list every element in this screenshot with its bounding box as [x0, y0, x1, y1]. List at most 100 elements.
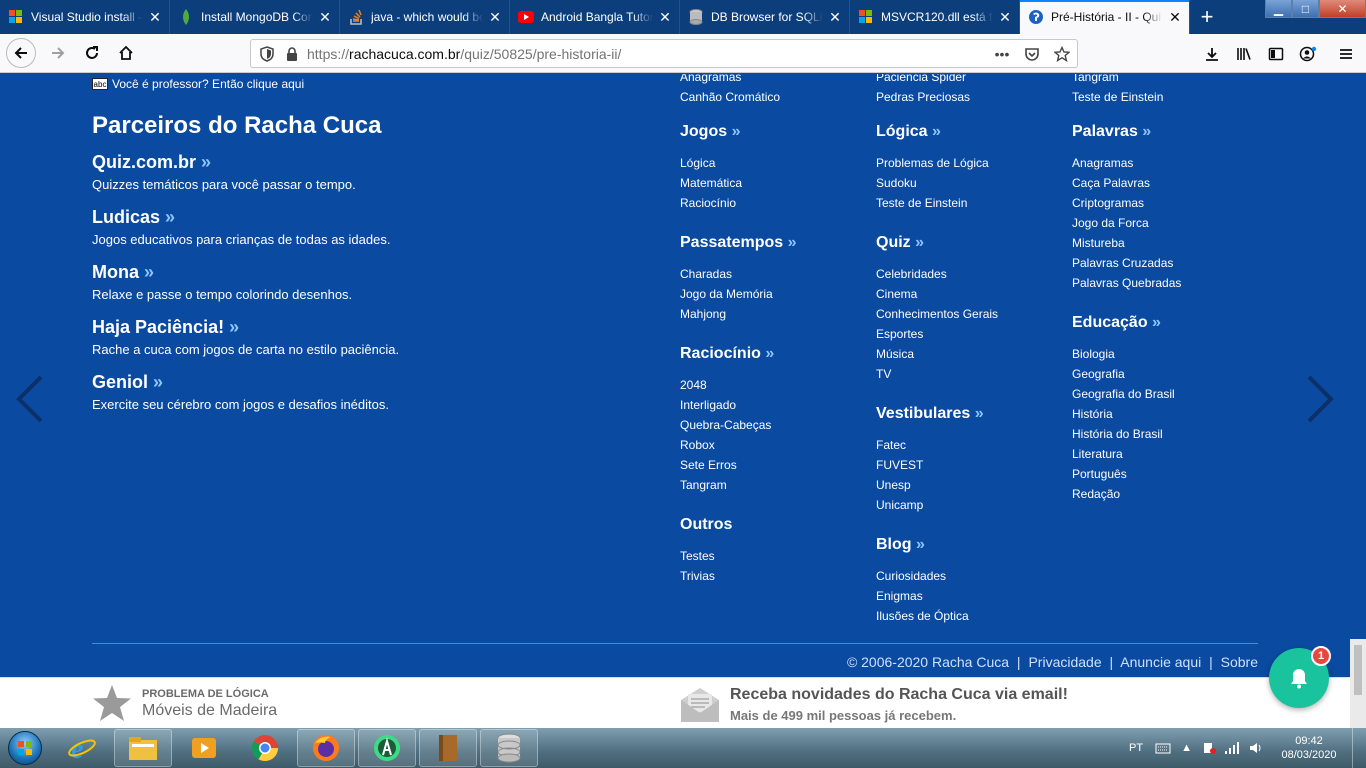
taskbar-book-app[interactable] — [419, 729, 477, 767]
close-tab-icon[interactable]: ✕ — [1167, 9, 1183, 25]
account-icon[interactable] — [1292, 38, 1324, 70]
footer-link[interactable]: Curiosidades — [876, 566, 1066, 586]
footer-link[interactable]: Paciência Spider — [876, 74, 1066, 87]
close-tab-icon[interactable]: ✕ — [317, 9, 333, 25]
footer-link[interactable]: Biologia — [1072, 344, 1262, 364]
new-tab-button[interactable]: + — [1190, 0, 1224, 34]
start-button[interactable] — [0, 728, 50, 768]
page-actions-icon[interactable]: ••• — [987, 46, 1017, 62]
partner-link[interactable]: Haja Paciência! » — [92, 317, 399, 338]
footer-link[interactable]: Quebra-Cabeças — [680, 415, 870, 435]
footer-link[interactable]: Literatura — [1072, 444, 1262, 464]
footer-link[interactable]: Fatec — [876, 435, 1066, 455]
url-text[interactable]: https://rachacuca.com.br/quiz/50825/pre-… — [307, 46, 987, 62]
close-window-button[interactable]: ✕ — [1319, 0, 1366, 18]
reload-button[interactable] — [76, 37, 108, 69]
footer-link[interactable]: Canhão Cromático — [680, 87, 870, 107]
back-button[interactable] — [6, 38, 36, 68]
maximize-button[interactable]: □ — [1292, 0, 1319, 18]
link-group-title[interactable]: Passatempos » — [680, 234, 870, 254]
taskbar-media-player[interactable] — [175, 729, 233, 767]
footer-link[interactable]: Jogo da Memória — [680, 284, 870, 304]
footer-link[interactable]: Ilusões de Óptica — [876, 606, 1066, 626]
footer-link-privacidade[interactable]: Privacidade — [1028, 654, 1101, 670]
link-group-title[interactable]: Educação » — [1072, 314, 1262, 334]
browser-tab[interactable]: Install MongoDB Comm ✕ — [170, 0, 340, 34]
menu-hamburger-icon[interactable] — [1330, 38, 1362, 70]
footer-link[interactable]: Unesp — [876, 475, 1066, 495]
network-icon[interactable] — [1224, 741, 1240, 755]
browser-tab[interactable]: java - which would be ✕ — [340, 0, 510, 34]
footer-link[interactable]: Lógica — [680, 153, 870, 173]
link-group-title[interactable]: Blog » — [876, 536, 1066, 556]
keyboard-icon[interactable] — [1155, 741, 1171, 755]
browser-tab-active[interactable]: Pré-História - II - Qui ✕ — [1020, 0, 1190, 34]
footer-link[interactable]: Robox — [680, 435, 870, 455]
footer-link[interactable]: Caça Palavras — [1072, 173, 1262, 193]
browser-tab[interactable]: MSVCR120.dll está fal ✕ — [850, 0, 1020, 34]
link-group-title[interactable]: Raciocínio » — [680, 345, 870, 365]
footer-link[interactable]: Anagramas — [1072, 153, 1262, 173]
link-group-title[interactable]: Palavras » — [1072, 123, 1262, 143]
downloads-icon[interactable] — [1196, 38, 1228, 70]
bookmark-star-icon[interactable] — [1047, 45, 1077, 62]
footer-link[interactable]: Tangram — [680, 475, 870, 495]
footer-link[interactable]: Música — [876, 344, 1066, 364]
footer-link[interactable]: TV — [876, 364, 1066, 384]
footer-link[interactable]: Criptogramas — [1072, 193, 1262, 213]
footer-link[interactable]: Geografia — [1072, 364, 1262, 384]
footer-link[interactable]: Sete Erros — [680, 455, 870, 475]
footer-link[interactable]: 2048 — [680, 375, 870, 395]
close-tab-icon[interactable]: ✕ — [487, 9, 503, 25]
footer-link[interactable]: Teste de Einstein — [876, 193, 1066, 213]
footer-link-sobre[interactable]: Sobre — [1221, 654, 1258, 670]
browser-tab[interactable]: Android Bangla Tutori ✕ — [510, 0, 680, 34]
footer-link[interactable]: Teste de Einstein — [1072, 87, 1262, 107]
footer-link[interactable]: Palavras Cruzadas — [1072, 253, 1262, 273]
footer-link[interactable]: Raciocínio — [680, 193, 870, 213]
footer-link[interactable]: Anagramas — [680, 74, 870, 87]
address-bar[interactable]: https://rachacuca.com.br/quiz/50825/pre-… — [250, 39, 1078, 68]
footer-link[interactable]: Palavras Quebradas — [1072, 273, 1262, 293]
home-button[interactable] — [110, 37, 142, 69]
footer-link[interactable]: Jogo da Forca — [1072, 213, 1262, 233]
footer-link[interactable]: Enigmas — [876, 586, 1066, 606]
partner-link[interactable]: Ludicas » — [92, 207, 390, 228]
teacher-link[interactable]: abc Você é professor? Então clique aqui — [92, 77, 304, 91]
link-group-title[interactable]: Lógica » — [876, 123, 1066, 143]
library-icon[interactable] — [1228, 38, 1260, 70]
footer-link-anuncie[interactable]: Anuncie aqui — [1120, 654, 1201, 670]
browser-tab[interactable]: Visual Studio install – ✕ — [0, 0, 170, 34]
footer-link[interactable]: FUVEST — [876, 455, 1066, 475]
volume-icon[interactable] — [1248, 741, 1264, 755]
scrollbar-thumb[interactable] — [1354, 645, 1362, 695]
footer-link[interactable]: Português — [1072, 464, 1262, 484]
partner-link[interactable]: Mona » — [92, 262, 352, 283]
footer-link[interactable]: Pedras Preciosas — [876, 87, 1066, 107]
shield-icon[interactable] — [259, 45, 275, 62]
close-tab-icon[interactable]: ✕ — [827, 9, 843, 25]
partner-link[interactable]: Geniol » — [92, 372, 389, 393]
taskbar-db-browser[interactable] — [480, 729, 538, 767]
forward-button[interactable] — [42, 37, 74, 69]
close-tab-icon[interactable]: ✕ — [657, 9, 673, 25]
minimize-button[interactable]: ▁ — [1265, 0, 1292, 18]
action-center-icon[interactable] — [1202, 741, 1216, 755]
clock[interactable]: 09:42 08/03/2020 — [1274, 734, 1344, 762]
footer-link[interactable]: Redação — [1072, 484, 1262, 504]
close-tab-icon[interactable]: ✕ — [997, 9, 1013, 25]
pocket-icon[interactable] — [1017, 46, 1047, 62]
link-group-title[interactable]: Vestibulares » — [876, 405, 1066, 425]
footer-link[interactable]: Matemática — [680, 173, 870, 193]
footer-link[interactable]: Trivias — [680, 566, 870, 586]
taskbar-android-studio[interactable] — [358, 729, 416, 767]
footer-link[interactable]: Tangram — [1072, 74, 1262, 87]
language-indicator[interactable]: PT — [1129, 742, 1143, 754]
footer-link[interactable]: Unicamp — [876, 495, 1066, 515]
footer-link[interactable]: História — [1072, 404, 1262, 424]
footer-link[interactable]: Cinema — [876, 284, 1066, 304]
footer-link[interactable]: Celebridades — [876, 264, 1066, 284]
partner-link[interactable]: Quiz.com.br » — [92, 152, 356, 173]
carousel-next-icon[interactable] — [1305, 374, 1335, 424]
lock-icon[interactable] — [285, 46, 299, 62]
